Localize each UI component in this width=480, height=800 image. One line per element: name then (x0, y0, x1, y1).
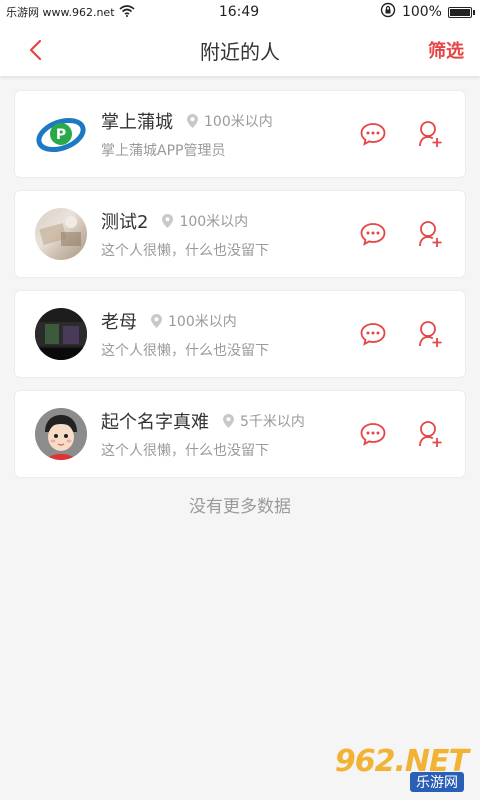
message-icon[interactable] (359, 120, 387, 148)
status-bar: 乐游网 www.962.net 16:49 100% (0, 0, 480, 24)
watermark-logo: 962.NET 乐游网 (335, 744, 472, 792)
battery-icon (447, 6, 475, 18)
watermark-site-name: 乐游网 (410, 772, 464, 792)
avatar: P (35, 108, 87, 160)
distance-label: 100米以内 (179, 214, 249, 230)
distance-label: 100米以内 (168, 314, 237, 330)
list-item[interactable]: 老母 100米以内 这个人很懒，什么也没留下 (14, 290, 466, 378)
battery-level (449, 8, 470, 16)
svg-text:P: P (56, 127, 66, 143)
add-friend-icon[interactable] (417, 420, 445, 448)
back-icon[interactable] (28, 39, 42, 61)
user-description: 掌上蒲城APP管理员 (101, 143, 226, 159)
add-friend-icon[interactable] (417, 120, 445, 148)
user-description: 这个人很懒，什么也没留下 (101, 243, 269, 259)
list-item[interactable]: 起个名字真难 5千米以内 这个人很懒，什么也没留下 (14, 390, 466, 478)
user-name: 老母 (101, 312, 137, 333)
avatar (35, 208, 87, 260)
location-pin-icon (162, 214, 174, 228)
rotation-lock-icon (380, 2, 396, 22)
distance-label: 5千米以内 (240, 414, 305, 430)
user-name: 测试2 (101, 212, 149, 233)
page-title: 附近的人 (200, 39, 280, 64)
user-name: 起个名字真难 (101, 412, 209, 433)
list-item[interactable]: 测试2 100米以内 这个人很懒，什么也没留下 (14, 190, 466, 278)
user-description: 这个人很懒，什么也没留下 (101, 343, 269, 359)
clock: 16:49 (218, 4, 260, 20)
wifi-icon (119, 4, 135, 20)
add-friend-icon[interactable] (417, 320, 445, 348)
location-pin-icon (187, 114, 198, 128)
message-icon[interactable] (359, 320, 387, 348)
message-icon[interactable] (359, 220, 387, 248)
nav-bar: 附近的人 筛选 (0, 24, 480, 76)
no-more-data-label: 没有更多数据 (189, 497, 291, 517)
avatar (35, 308, 87, 360)
location-pin-icon (223, 414, 234, 428)
avatar (35, 408, 87, 460)
carrier-text: 乐游网 www.962.net (6, 6, 115, 19)
filter-button[interactable]: 筛选 (428, 37, 464, 63)
distance-label: 100米以内 (204, 114, 273, 130)
message-icon[interactable] (359, 420, 387, 448)
user-name: 掌上蒲城 (101, 112, 173, 133)
location-pin-icon (151, 314, 162, 328)
add-friend-icon[interactable] (417, 220, 445, 248)
battery-percent: 100% (401, 4, 442, 20)
user-description: 这个人很懒，什么也没留下 (101, 443, 269, 459)
people-list: P 掌上蒲城 100米以内 掌上蒲城APP管理员 测试2 100米以内 这个人很… (0, 76, 480, 517)
list-item[interactable]: P 掌上蒲城 100米以内 掌上蒲城APP管理员 (14, 90, 466, 178)
